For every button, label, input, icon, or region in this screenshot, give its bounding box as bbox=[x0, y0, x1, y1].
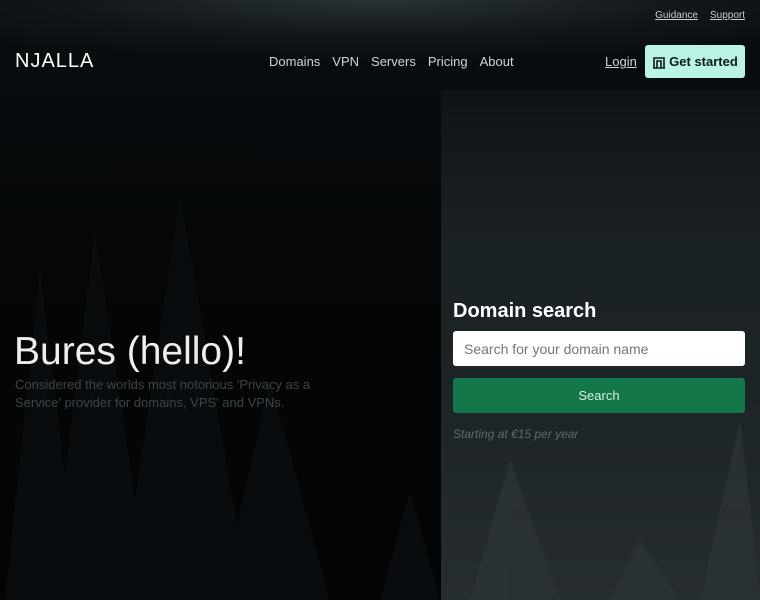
nav-servers[interactable]: Servers bbox=[371, 54, 416, 69]
login-link[interactable]: Login bbox=[605, 54, 637, 69]
get-started-button[interactable]: Get started bbox=[645, 45, 745, 78]
support-link[interactable]: Support bbox=[710, 10, 745, 21]
pricing-note: Starting at €15 per year bbox=[453, 427, 579, 441]
forest-silhouette bbox=[5, 195, 760, 600]
domain-search-title: Domain search bbox=[453, 300, 597, 322]
logo[interactable]: NJALLA bbox=[15, 50, 94, 73]
search-button[interactable]: Search bbox=[453, 378, 745, 413]
building-icon bbox=[653, 56, 666, 69]
nav-about[interactable]: About bbox=[480, 54, 514, 69]
nav-vpn[interactable]: VPN bbox=[332, 54, 359, 69]
top-links: Guidance Support bbox=[655, 10, 745, 21]
get-started-label: Get started bbox=[669, 54, 738, 69]
hero-title: Bures (hello)! bbox=[14, 330, 246, 373]
nav-domains[interactable]: Domains bbox=[269, 54, 320, 69]
domain-search-input[interactable] bbox=[453, 331, 745, 366]
guidance-link[interactable]: Guidance bbox=[655, 10, 698, 21]
hero-subtitle: Considered the worlds most notorious 'Pr… bbox=[15, 377, 311, 410]
nav-pricing[interactable]: Pricing bbox=[428, 54, 468, 69]
main-nav: Domains VPN Servers Pricing About bbox=[269, 54, 514, 69]
